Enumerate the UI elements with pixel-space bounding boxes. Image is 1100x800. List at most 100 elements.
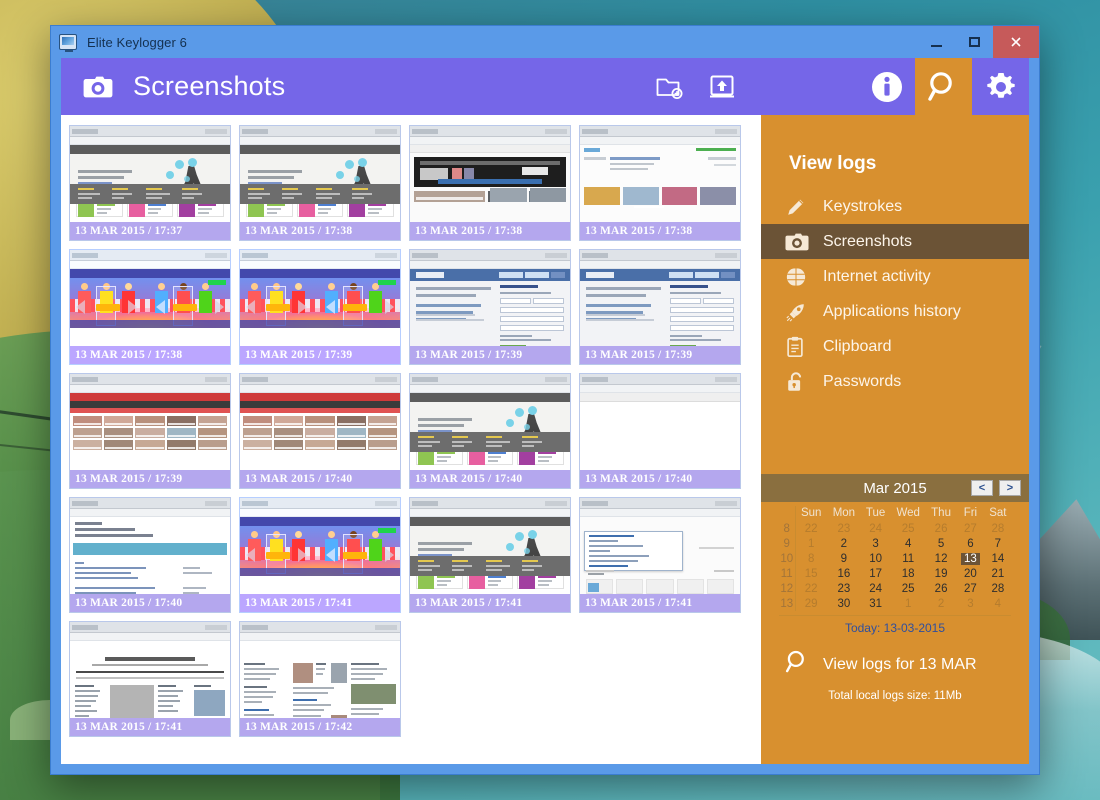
calendar-day[interactable]: 24 (861, 581, 890, 596)
calendar-day[interactable]: 17 (861, 566, 890, 581)
calendar-day[interactable]: 7 (985, 536, 1011, 551)
calendar-day[interactable]: 3 (956, 596, 985, 611)
calendar-day[interactable]: 19 (926, 566, 956, 581)
screenshot-timestamp: 13 MAR 2015 / 17:41 (70, 718, 230, 736)
calendar-day[interactable]: 23 (827, 521, 861, 536)
sidebar-item-internet-activity[interactable]: Internet activity (761, 259, 1029, 294)
calendar-day[interactable]: 31 (861, 596, 890, 611)
screenshot-thumbnail[interactable]: 13 MAR 2015 / 17:38 (69, 249, 231, 365)
calendar-table: Sun Mon Tue Wed Thu Fri Sat 8 22 23 24 25 26 27 28 9 1 2… (779, 506, 1011, 611)
screenshot-thumbnail[interactable]: 13 MAR 2015 / 17:42 (239, 621, 401, 737)
calendar: Mar 2015 < > Sun Mon Tue Wed Thu Fri Sat 8 22 23… (761, 474, 1029, 645)
screenshot-thumbnail[interactable]: 13 MAR 2015 / 17:41 (409, 497, 571, 613)
view-logs-button[interactable]: View logs for 13 MAR (761, 645, 1029, 680)
calendar-day[interactable]: 3 (861, 536, 890, 551)
calendar-week-row: 11 15 16 17 18 19 20 21 (779, 566, 1011, 581)
close-button[interactable] (993, 26, 1039, 58)
title-bar[interactable]: Elite Keylogger 6 (51, 26, 1039, 58)
sidebar-item-keystrokes[interactable]: Keystrokes (761, 189, 1029, 224)
calendar-header: Mar 2015 < > (761, 474, 1029, 502)
calendar-day[interactable]: 21 (985, 566, 1011, 581)
calendar-day[interactable]: 28 (985, 581, 1011, 596)
calendar-day[interactable]: 2 (926, 596, 956, 611)
calendar-day[interactable]: 10 (861, 551, 890, 566)
screenshot-thumbnail[interactable]: 13 MAR 2015 / 17:41 (69, 621, 231, 737)
screenshot-thumbnail[interactable]: 13 MAR 2015 / 17:39 (239, 249, 401, 365)
screenshot-thumbnail[interactable]: 13 MAR 2015 / 17:41 (239, 497, 401, 613)
clipboard-icon (785, 336, 813, 358)
calendar-day[interactable]: 22 (795, 581, 827, 596)
calendar-day[interactable]: 4 (985, 596, 1011, 611)
screenshot-thumbnail[interactable]: 13 MAR 2015 / 17:39 (579, 249, 741, 365)
calendar-day[interactable]: 23 (827, 581, 861, 596)
calendar-day[interactable]: 15 (795, 566, 827, 581)
screenshot-thumbnail[interactable]: 13 MAR 2015 / 17:38 (409, 125, 571, 241)
sidebar-item-screenshots[interactable]: Screenshots (761, 224, 1029, 259)
calendar-day[interactable]: 9 (827, 551, 861, 566)
export-upload-icon[interactable] (701, 66, 743, 108)
calendar-day[interactable]: 28 (985, 521, 1011, 536)
calendar-day[interactable]: 20 (956, 566, 985, 581)
new-folder-icon[interactable] (649, 66, 691, 108)
calendar-day[interactable]: 24 (861, 521, 890, 536)
calendar-day[interactable]: 29 (795, 596, 827, 611)
calendar-day[interactable]: 30 (827, 596, 861, 611)
info-icon[interactable] (858, 58, 915, 115)
settings-gear-icon[interactable] (972, 58, 1029, 115)
calendar-day[interactable]: 27 (956, 521, 985, 536)
calendar-day[interactable]: 27 (956, 581, 985, 596)
screenshot-thumbnail[interactable]: 13 MAR 2015 / 17:39 (409, 249, 571, 365)
screenshot-thumbnail[interactable]: 13 MAR 2015 / 17:40 (409, 373, 571, 489)
calendar-day[interactable]: 5 (926, 536, 956, 551)
sidebar-item-passwords[interactable]: Passwords (761, 364, 1029, 399)
calendar-day[interactable]: 25 (890, 581, 926, 596)
calendar-grid[interactable]: Sun Mon Tue Wed Thu Fri Sat 8 22 23 24 25 26 27 28 9 1 2… (761, 502, 1029, 613)
calendar-day[interactable]: 25 (890, 521, 926, 536)
calendar-day[interactable]: 16 (827, 566, 861, 581)
minimize-button[interactable] (917, 26, 955, 58)
sidebar-item-label: Applications history (823, 302, 961, 320)
screenshot-timestamp: 13 MAR 2015 / 17:40 (70, 594, 230, 612)
screenshot-thumbnail[interactable]: 13 MAR 2015 / 17:40 (579, 373, 741, 489)
calendar-day[interactable]: 1 (795, 536, 827, 551)
screenshot-timestamp: 13 MAR 2015 / 17:40 (410, 470, 570, 488)
calendar-day[interactable]: 2 (827, 536, 861, 551)
calendar-prev-button[interactable]: < (971, 480, 993, 496)
sidebar-item-applications-history[interactable]: Applications history (761, 294, 1029, 329)
globe-icon (785, 266, 813, 288)
calendar-week-number: 10 (779, 551, 796, 566)
calendar-day[interactable]: 6 (956, 536, 985, 551)
calendar-day[interactable]: 14 (985, 551, 1011, 566)
calendar-month-label: Mar 2015 (863, 479, 927, 497)
camera-icon (83, 75, 113, 99)
screenshot-thumbnail[interactable]: 13 MAR 2015 / 17:40 (239, 373, 401, 489)
minimize-icon (930, 44, 942, 47)
calendar-day[interactable]: 1 (890, 596, 926, 611)
calendar-next-button[interactable]: > (999, 480, 1021, 496)
screenshot-thumbnail[interactable]: 13 MAR 2015 / 17:41 (579, 497, 741, 613)
maximize-icon (968, 37, 980, 47)
calendar-week-row: 12 22 23 24 25 26 27 28 (779, 581, 1011, 596)
sidebar-item-clipboard[interactable]: Clipboard (761, 329, 1029, 364)
search-icon[interactable] (915, 58, 972, 115)
screenshot-thumbnail[interactable]: 13 MAR 2015 / 17:39 (69, 373, 231, 489)
calendar-day[interactable]: 22 (795, 521, 827, 536)
calendar-day[interactable]: 4 (890, 536, 926, 551)
screenshots-pane: Screenshots 13 MAR 2015 / 17:37 13 MAR 2… (61, 58, 761, 764)
screenshot-thumbnail[interactable]: 13 MAR 2015 / 17:38 (239, 125, 401, 241)
calendar-day-selected[interactable]: 13 (956, 551, 985, 566)
screenshot-thumbnail[interactable]: 13 MAR 2015 / 17:38 (579, 125, 741, 241)
pencil-icon (785, 196, 813, 218)
calendar-day[interactable]: 18 (890, 566, 926, 581)
calendar-day[interactable]: 12 (926, 551, 956, 566)
calendar-day[interactable]: 8 (795, 551, 827, 566)
maximize-button[interactable] (955, 26, 993, 58)
calendar-day[interactable]: 26 (926, 521, 956, 536)
calendar-day[interactable]: 11 (890, 551, 926, 566)
sidebar: View logs Keystrokes Screenshots Internet … (761, 58, 1029, 764)
screenshot-thumbnail[interactable]: 13 MAR 2015 / 17:40 (69, 497, 231, 613)
calendar-day[interactable]: 26 (926, 581, 956, 596)
desktop-background: Elite Keylogger 6 Screenshots 13 MAR 201… (0, 0, 1100, 800)
application-window: Elite Keylogger 6 Screenshots 13 MAR 201… (50, 25, 1040, 775)
screenshot-thumbnail[interactable]: 13 MAR 2015 / 17:37 (69, 125, 231, 241)
